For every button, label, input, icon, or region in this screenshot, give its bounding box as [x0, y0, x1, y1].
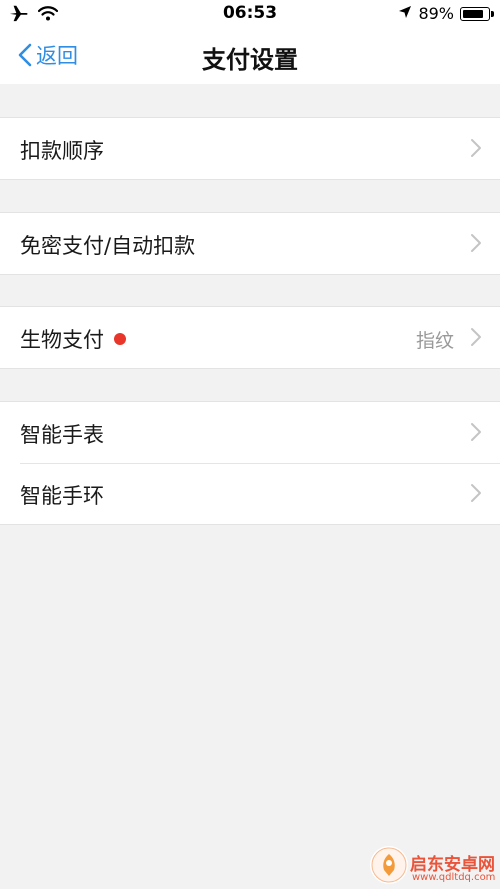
chevron-right-icon: [471, 234, 481, 252]
nav-bar: 返回 支付设置: [0, 28, 500, 84]
row-label-text: 智能手环: [20, 484, 104, 508]
watermark-url: www.qdltdq.com: [412, 872, 496, 883]
status-right: 89%: [398, 4, 494, 23]
row-value: 指纹: [415, 330, 454, 352]
row-label-text: 智能手表: [20, 423, 104, 447]
row-label: 生物支付: [20, 324, 126, 354]
settings-group-3: 生物支付 指纹: [0, 306, 500, 369]
watermark: 启东安卓网 www.qdltdq.com: [360, 838, 500, 889]
row-biometric-payment[interactable]: 生物支付 指纹: [0, 307, 500, 368]
row-smart-watch[interactable]: 智能手表: [0, 402, 500, 463]
settings-group-4: 智能手表 智能手环: [0, 401, 500, 525]
back-button[interactable]: 返回: [18, 40, 78, 70]
watermark-logo-icon: [370, 846, 408, 884]
row-deduction-order[interactable]: 扣款顺序: [0, 118, 500, 179]
settings-group-1: 扣款顺序: [0, 117, 500, 180]
row-smart-band[interactable]: 智能手环: [0, 463, 500, 524]
row-label: 扣款顺序: [20, 135, 104, 165]
row-label-text: 免密支付/自动扣款: [20, 234, 196, 258]
notification-dot: [114, 333, 126, 345]
chevron-left-icon: [18, 43, 32, 67]
chevron-right-icon: [471, 484, 481, 502]
chevron-right-icon: [471, 423, 481, 441]
location-arrow-icon: [398, 4, 412, 23]
chevron-right-icon: [471, 328, 481, 346]
row-label: 智能手表: [20, 419, 104, 449]
row-label: 免密支付/自动扣款: [20, 230, 195, 260]
row-label: 智能手环: [20, 480, 104, 510]
battery-percent: 89%: [418, 4, 454, 23]
row-label-text: 生物支付: [20, 328, 104, 352]
row-label-text: 扣款顺序: [20, 139, 104, 163]
battery-icon: [460, 6, 494, 21]
chevron-right-icon: [471, 139, 481, 157]
back-label: 返回: [36, 44, 78, 68]
battery-fill: [463, 9, 483, 18]
settings-group-2: 免密支付/自动扣款: [0, 212, 500, 275]
row-password-free-payment[interactable]: 免密支付/自动扣款: [0, 213, 500, 274]
status-bar: 06:53 89%: [0, 0, 500, 28]
battery-cap: [491, 10, 494, 17]
